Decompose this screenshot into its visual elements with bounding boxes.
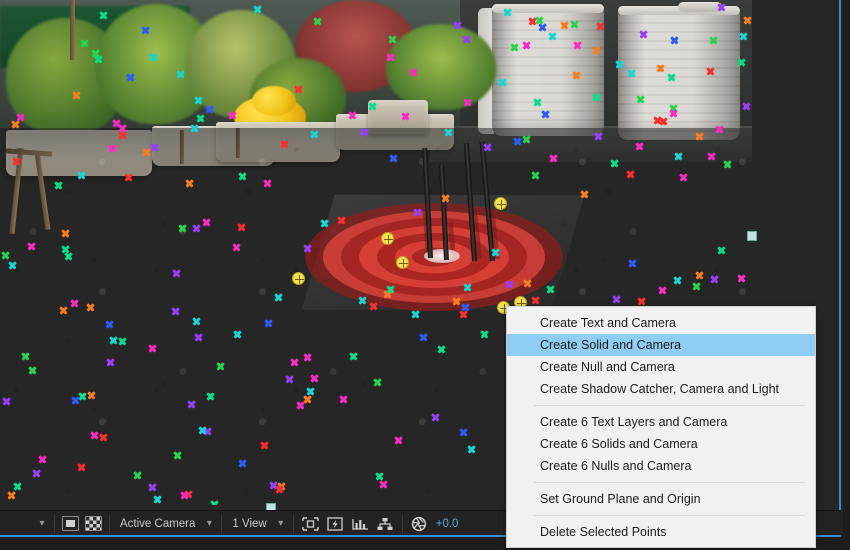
menu-item[interactable]: Create 6 Solids and Camera bbox=[507, 433, 815, 455]
menu-separator bbox=[534, 405, 805, 406]
magnification-chevron-down-icon[interactable]: ▾ bbox=[34, 511, 50, 537]
toolbar-divider bbox=[292, 514, 294, 533]
tank-pipe bbox=[678, 2, 722, 12]
view-select-value[interactable]: Active Camera bbox=[114, 518, 201, 530]
3d-camera-tracker-context-menu[interactable]: Create Text and Camera Create Solid and C… bbox=[506, 306, 816, 548]
plant-foliage bbox=[386, 24, 496, 110]
toolbar-divider bbox=[221, 514, 223, 533]
exposure-value[interactable]: +0.0 bbox=[432, 518, 459, 530]
menu-separator bbox=[534, 482, 805, 483]
water-tank-right bbox=[618, 6, 740, 140]
menu-item[interactable]: Create 6 Text Layers and Camera bbox=[507, 411, 815, 433]
region-of-interest-icon[interactable] bbox=[301, 515, 320, 532]
menu-item[interactable]: Create Solid and Camera bbox=[507, 334, 815, 356]
comp-right-resize-handle[interactable] bbox=[747, 231, 757, 241]
mask-shape-icon[interactable] bbox=[62, 516, 79, 531]
timeline-graph-icon[interactable] bbox=[351, 515, 370, 532]
exposure-aperture-icon[interactable] bbox=[410, 515, 429, 532]
menu-separator bbox=[534, 515, 805, 516]
water-tank-left bbox=[492, 4, 604, 136]
window-right-edge bbox=[843, 0, 850, 550]
comp-flowchart-icon[interactable] bbox=[376, 515, 395, 532]
menu-item[interactable]: Delete Selected Points bbox=[507, 521, 815, 543]
toolbar-divider bbox=[109, 514, 110, 533]
menu-item[interactable]: Create Text and Camera bbox=[507, 312, 815, 334]
after-effects-window: Create Text and Camera Create Solid and C… bbox=[0, 0, 850, 550]
menu-item[interactable]: Create 6 Nulls and Camera bbox=[507, 455, 815, 477]
menu-item[interactable]: Set Ground Plane and Origin bbox=[507, 488, 815, 510]
toolbar-divider bbox=[54, 514, 55, 533]
view-layout-chevron-down-icon[interactable]: ▾ bbox=[273, 511, 289, 537]
toolbar-divider bbox=[401, 514, 403, 533]
transparency-grid-icon[interactable] bbox=[85, 516, 102, 531]
menu-item[interactable]: Create Shadow Catcher, Camera and Light bbox=[507, 378, 815, 400]
post bbox=[70, 0, 75, 60]
view-select-chevron-down-icon[interactable]: ▾ bbox=[201, 511, 217, 537]
view-layout-select-value[interactable]: 1 View bbox=[226, 518, 272, 530]
fast-previews-icon[interactable] bbox=[326, 515, 345, 532]
tank-lid-icon bbox=[492, 4, 604, 13]
menu-item[interactable]: Create Null and Camera bbox=[507, 356, 815, 378]
yellow-flowers bbox=[252, 86, 296, 116]
